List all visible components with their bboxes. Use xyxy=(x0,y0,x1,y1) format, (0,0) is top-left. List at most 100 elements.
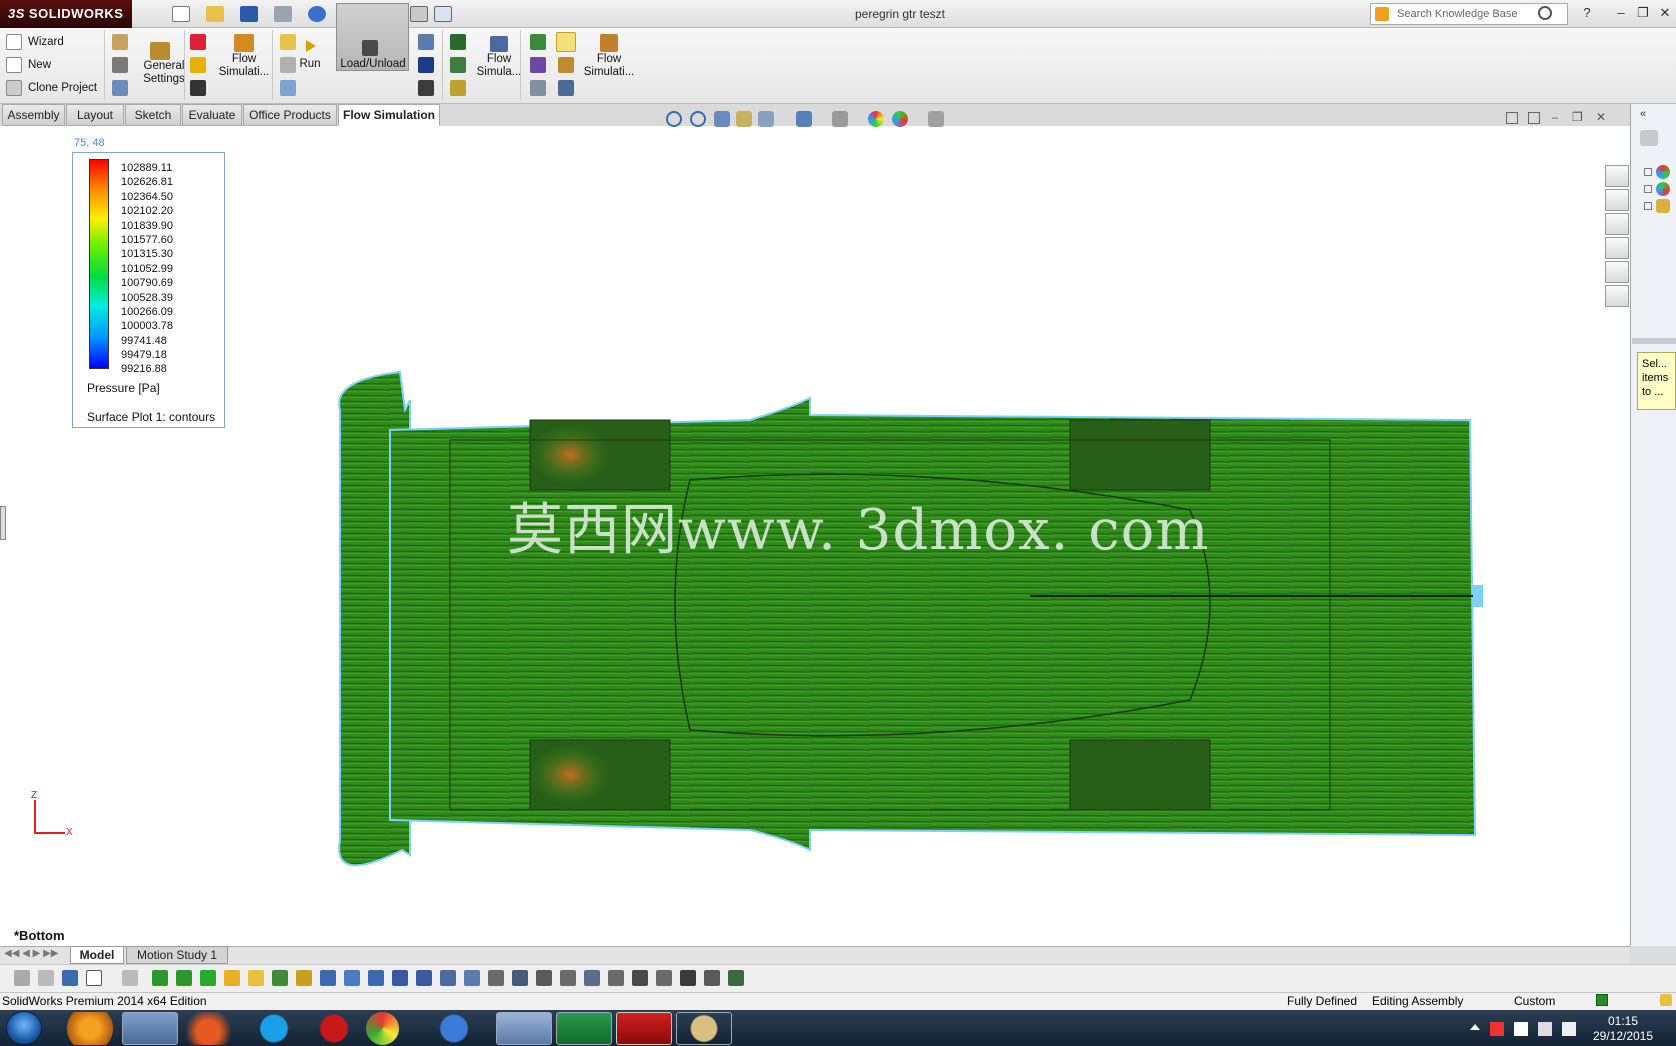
edit-appearance-icon[interactable] xyxy=(868,111,884,127)
tab-evaluate[interactable]: Evaluate xyxy=(182,104,242,126)
search-icon[interactable] xyxy=(1538,6,1552,20)
flow-simulation-button[interactable]: Flow Simulati... xyxy=(210,53,278,79)
general-settings-button[interactable]: General Settings xyxy=(134,60,194,86)
filter-routing-points-icon[interactable] xyxy=(704,970,720,986)
filter-sketch-points-icon[interactable] xyxy=(320,970,336,986)
status-units[interactable]: Custom xyxy=(1514,994,1555,1008)
tab-sketch[interactable]: Sketch xyxy=(125,104,181,126)
tile-vertical-icon[interactable] xyxy=(1506,112,1518,124)
tray-network-icon[interactable] xyxy=(1538,1022,1552,1036)
viewport-minimize-icon[interactable]: – xyxy=(1552,112,1558,124)
filter-surface-bodies-icon[interactable] xyxy=(224,970,240,986)
section-view-icon[interactable] xyxy=(736,111,752,127)
status-mode[interactable]: Editing Assembly xyxy=(1372,994,1463,1008)
tray-volume-icon[interactable] xyxy=(1562,1022,1576,1036)
filter-mates-icon[interactable] xyxy=(728,970,744,986)
sun-app-icon[interactable] xyxy=(62,1012,118,1045)
tab-layout[interactable]: Layout xyxy=(66,104,124,126)
pen-icon[interactable] xyxy=(418,34,434,50)
matlab-icon[interactable] xyxy=(186,1012,242,1045)
apply-scene-icon[interactable] xyxy=(892,111,908,127)
expand-tree-icon[interactable] xyxy=(1644,168,1652,176)
filter-center-marks-icon[interactable] xyxy=(392,970,408,986)
filter-vertices-icon[interactable] xyxy=(152,970,168,986)
filter-blocks-icon[interactable] xyxy=(632,970,648,986)
isosurface-icon[interactable] xyxy=(450,80,466,96)
zoom-to-area-icon[interactable] xyxy=(690,111,706,127)
tab-flow-simulation[interactable]: Flow Simulation xyxy=(338,104,440,126)
pressure-legend[interactable]: 102889.11 102626.81 102364.50 102102.20 … xyxy=(72,152,225,428)
tab-motion-study[interactable]: Motion Study 1 xyxy=(126,946,228,964)
globe-icon[interactable] xyxy=(112,80,128,96)
solidworks-logo[interactable]: 3S SOLIDWORKS xyxy=(0,0,132,28)
viewport-restore-icon[interactable]: ❐ xyxy=(1572,110,1583,124)
filter-datum-feature-icon[interactable] xyxy=(536,970,552,986)
tab-assembly[interactable]: Assembly xyxy=(2,104,65,126)
filter-datum-targets-icon[interactable] xyxy=(584,970,600,986)
tab-model[interactable]: Model xyxy=(70,946,124,964)
dynamic-annotation-icon[interactable] xyxy=(758,111,774,127)
boundary-icon[interactable] xyxy=(190,34,206,50)
scenes-icon[interactable] xyxy=(1656,182,1670,196)
filter-edges-icon[interactable] xyxy=(176,970,192,986)
filter-axes-icon[interactable] xyxy=(272,970,288,986)
appearances-scenes-icon[interactable] xyxy=(1605,261,1629,283)
zoom-to-fit-icon[interactable] xyxy=(666,111,682,127)
monitor-icon[interactable] xyxy=(280,80,296,96)
paint-icon[interactable] xyxy=(676,1012,732,1045)
flag-icon[interactable] xyxy=(190,57,206,73)
options-icon[interactable] xyxy=(434,6,452,22)
checkered-flag-icon[interactable] xyxy=(190,80,206,96)
filter-dowel-pins-icon[interactable] xyxy=(656,970,672,986)
appearances-icon[interactable] xyxy=(1656,165,1670,179)
flow-trajectory-icon[interactable] xyxy=(530,57,546,73)
solver-icon[interactable] xyxy=(280,57,296,73)
tab-scroll-arrows[interactable]: ◀◀ ◀ ▶ ▶▶ xyxy=(4,948,64,962)
chrome-icon[interactable] xyxy=(366,1012,399,1045)
tray-flag-icon[interactable] xyxy=(1490,1022,1504,1036)
expand-tree-icon[interactable] xyxy=(1644,202,1652,210)
view-settings-icon[interactable] xyxy=(928,111,944,127)
thunderbird-icon[interactable] xyxy=(426,1012,482,1045)
select-pointer-icon[interactable] xyxy=(86,970,102,986)
filter-cosmetic-threads-icon[interactable] xyxy=(608,970,624,986)
viewport-close-icon[interactable]: ✕ xyxy=(1596,110,1606,124)
car-model-surface-plot[interactable] xyxy=(330,370,1490,890)
xy-plot-icon[interactable] xyxy=(530,34,546,50)
restore-icon[interactable]: ❐ xyxy=(1634,5,1652,21)
task-pane-scrollbar[interactable] xyxy=(1632,338,1676,344)
filter-icon[interactable] xyxy=(14,970,30,986)
calculator-icon[interactable] xyxy=(496,1012,552,1045)
feature-manager-flyout-handle[interactable] xyxy=(0,506,6,540)
collapse-pane-icon[interactable]: « xyxy=(1640,108,1646,120)
filter-centerline-icon[interactable] xyxy=(416,970,432,986)
filter-clear-icon[interactable] xyxy=(38,970,54,986)
solidworks-resources-icon[interactable] xyxy=(1605,165,1629,187)
results-icon[interactable] xyxy=(418,80,434,96)
previous-view-icon[interactable] xyxy=(714,111,730,127)
help-status-icon[interactable] xyxy=(1596,994,1608,1006)
report-icon[interactable] xyxy=(558,80,574,96)
save-results-icon[interactable] xyxy=(418,57,434,73)
filter-solid-bodies-icon[interactable] xyxy=(248,970,264,986)
help-icon[interactable]: ? xyxy=(1578,5,1596,21)
custom-properties-icon[interactable] xyxy=(1605,285,1629,307)
start-button-icon[interactable] xyxy=(6,1011,42,1045)
print-icon[interactable] xyxy=(274,6,292,22)
run-button[interactable]: Run xyxy=(296,58,324,71)
undo-icon[interactable] xyxy=(308,6,326,22)
filter-geometric-tolerance-icon[interactable] xyxy=(488,970,504,986)
system-clock[interactable]: 01:15 29/12/2015 xyxy=(1588,1014,1658,1044)
filter-surface-finish-icon[interactable] xyxy=(464,970,480,986)
tile-horizontal-icon[interactable] xyxy=(1528,112,1540,124)
filter-pointer-icon[interactable] xyxy=(122,970,138,986)
flow-simulation-3-button[interactable]: Flow Simulati... xyxy=(576,53,642,79)
filter-planes-icon[interactable] xyxy=(296,970,312,986)
project-icon[interactable] xyxy=(112,34,128,50)
goal-plot-icon[interactable] xyxy=(530,80,546,96)
open-folder-icon[interactable] xyxy=(206,6,224,22)
calculation-icon[interactable] xyxy=(280,34,296,50)
file-explorer-icon[interactable] xyxy=(1605,213,1629,235)
hide-show-icon[interactable] xyxy=(832,111,848,127)
decals-icon[interactable] xyxy=(1656,199,1670,213)
